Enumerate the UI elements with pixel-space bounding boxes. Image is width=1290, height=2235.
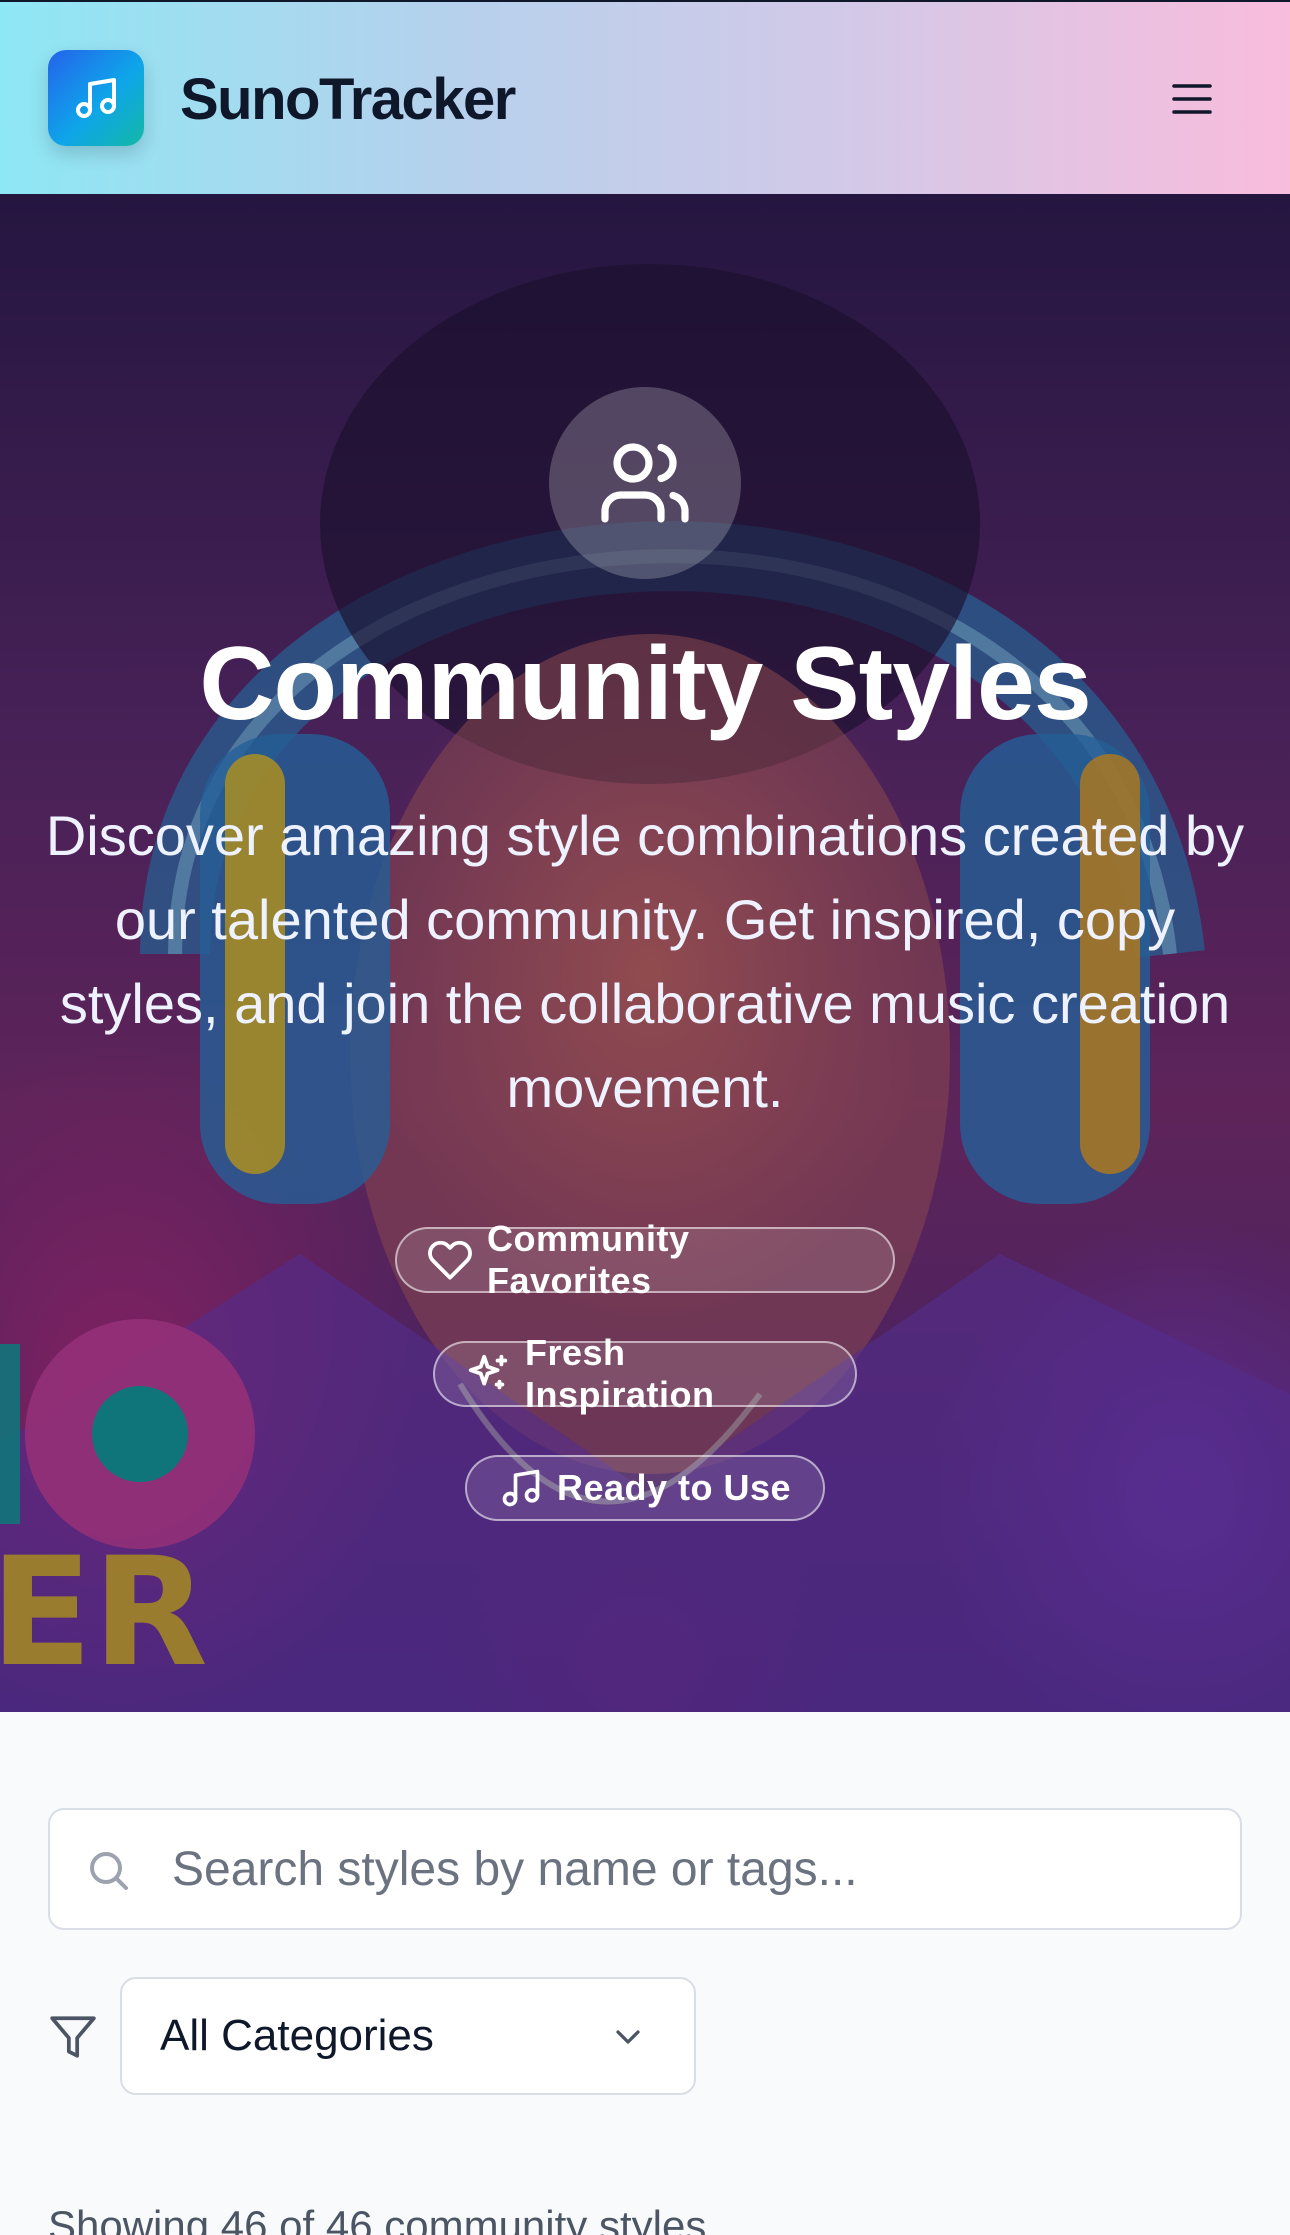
search-input[interactable]: [172, 1810, 1212, 1928]
chevron-down-icon: [608, 2017, 648, 2057]
badge-label: Community Favorites: [487, 1218, 690, 1301]
brand-name[interactable]: SunoTracker: [180, 60, 516, 140]
music-note-icon: [76, 78, 116, 118]
top-navigation-bar: SunoTracker: [0, 0, 1290, 194]
badge-community-favorites: Community Favorites: [395, 1218, 895, 1301]
category-select-value: All Categories: [160, 2011, 434, 2060]
hero-section: ER Community Styles Discover amazing sty…: [0, 194, 1290, 1712]
community-icon-badge: [549, 387, 741, 579]
badge-label: Ready to Use: [556, 1467, 792, 1508]
category-select[interactable]: All Categories: [120, 1977, 696, 2095]
badge-fresh-inspiration: Fresh Inspiration: [433, 1332, 857, 1415]
page-title: Community Styles: [199, 626, 1091, 742]
sparkles-icon: [468, 1354, 508, 1390]
filter-icon: [48, 2012, 98, 2062]
search-icon: [84, 1846, 132, 1894]
hero-description: Discover amazing style combinations crea…: [45, 804, 1245, 1119]
badge-ready-to-use: Ready to Use: [465, 1455, 825, 1521]
badge-label: Fresh Inspiration: [525, 1332, 715, 1415]
users-icon: [601, 443, 689, 523]
heart-icon: [428, 1240, 472, 1280]
logo-badge[interactable]: [48, 50, 144, 146]
search-box: [48, 1808, 1242, 1930]
results-count: Showing 46 of 46 community styles: [48, 2202, 707, 2235]
music-note-icon: [502, 1469, 540, 1507]
hamburger-menu-icon: [1172, 84, 1212, 114]
menu-button[interactable]: [1160, 72, 1224, 126]
